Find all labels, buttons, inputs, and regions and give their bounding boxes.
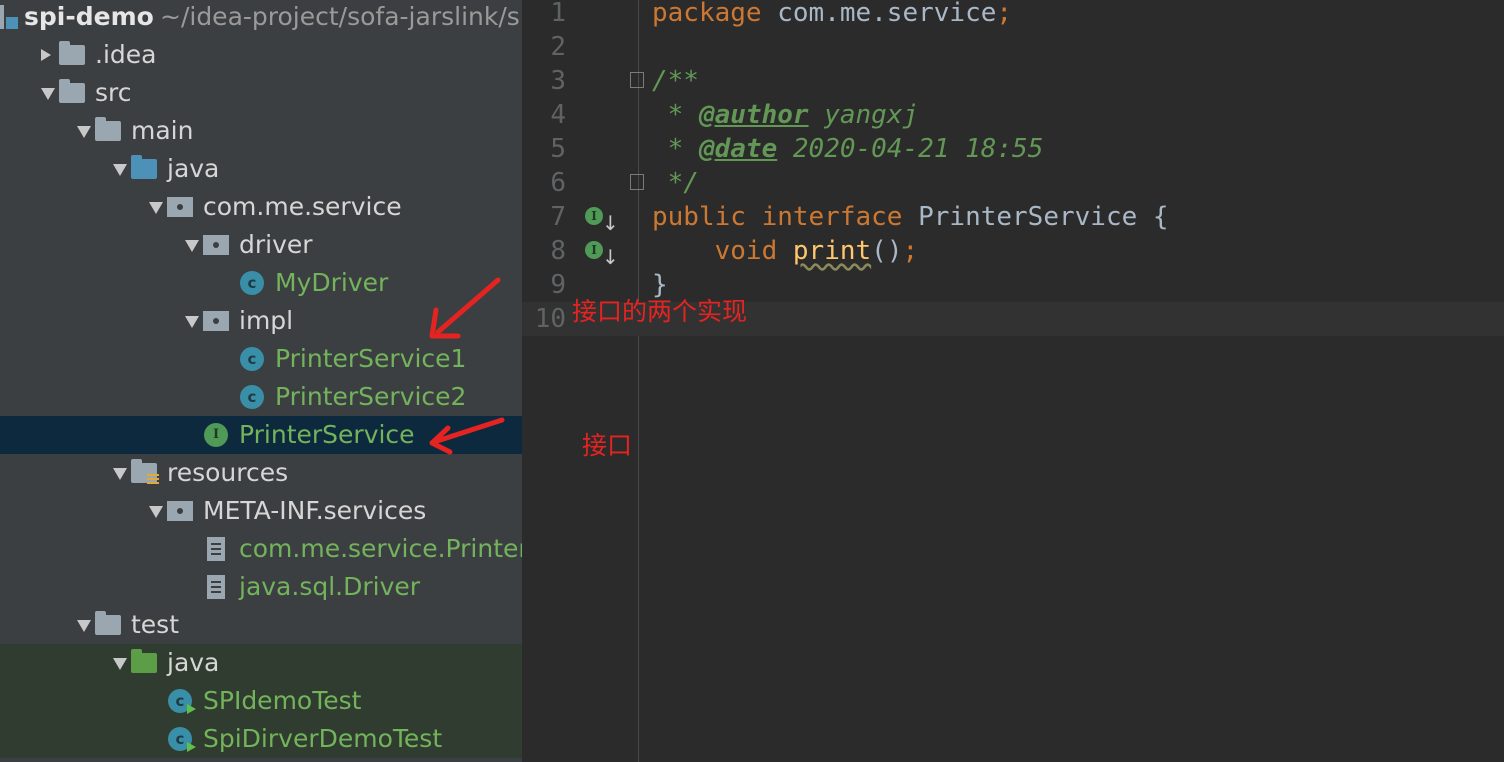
line-number: 5 [550,134,566,164]
tree-item-label: META-INF.services [203,496,427,525]
tree-row[interactable]: c SpiDirverDemoTest [0,720,522,758]
project-path: ~/idea-project/sofa-jarslink/sp [160,2,522,31]
code-text: */ [652,168,699,198]
code-text: package com.me.service; [652,0,1013,28]
project-tool-window: spi-demo ~/idea-project/sofa-jarslink/sp… [0,0,522,762]
tree-item-label: java [167,648,220,677]
tree-row[interactable]: resources [0,454,522,492]
line-number: 7 [550,202,566,232]
project-name: spi-demo [24,2,154,31]
code-line[interactable]: 8 I ↓ void print(); [522,234,1504,269]
tree-item-label: com.me.service.PrinterService [239,534,522,563]
chevron-down-icon[interactable] [41,88,55,100]
tree-item-label: driver [239,230,313,259]
project-icon [0,3,22,31]
tree-row[interactable]: test [0,606,522,644]
package-icon [167,197,193,217]
folder-icon [59,79,85,103]
tree-item-label: java.sql.Driver [239,572,421,601]
code-text: * @author yangxj [652,100,919,130]
code-text: * @date 2020-04-21 18:55 [652,134,1044,164]
fold-marker-icon[interactable] [630,174,644,190]
chevron-down-icon[interactable] [149,506,163,518]
tree-item-label: SPIdemoTest [203,686,362,715]
annotation-interface: 接口 [582,431,633,460]
file-icon [207,537,225,561]
chevron-down-icon[interactable] [113,468,127,480]
tree-item-label: java [167,154,220,183]
tree-item-label: PrinterService [239,420,415,449]
chevron-right-icon[interactable] [41,49,51,61]
code-line[interactable]: 4 * @author yangxj [522,98,1504,132]
fold-marker-icon[interactable] [630,72,644,88]
line-number: 2 [550,32,566,62]
chevron-down-icon[interactable] [185,316,199,328]
tree-row[interactable]: com.me.service.PrinterService [0,530,522,568]
class-icon: c [240,271,264,295]
file-icon [207,575,225,599]
class-icon: c [240,347,264,371]
test-folder-icon [131,649,157,673]
folder-icon [95,117,121,141]
line-number: 3 [550,66,566,96]
tree-row[interactable]: driver [0,226,522,264]
code-line[interactable]: 7 I ↓ public interface PrinterService { [522,200,1504,235]
code-text: public interface PrinterService { [652,202,1169,232]
tree-item-label: .idea [95,40,157,69]
red-arrow-interface [429,417,505,455]
tree-item-label: impl [239,306,294,335]
tree-item-label: main [131,116,194,145]
tree-row[interactable]: java [0,150,522,188]
line-number: 8 [550,236,566,266]
folder-icon [59,41,85,65]
code-line[interactable]: 6 */ [522,166,1504,200]
tree-item-label: SpiDirverDemoTest [203,724,443,753]
code-line[interactable]: 1 package com.me.service; [522,0,1504,30]
red-arrow-implementations [429,277,501,339]
implemented-marker-icon[interactable]: I [585,241,603,259]
tree-item-label: test [131,610,180,639]
package-icon [203,235,229,255]
tree-row[interactable]: .idea [0,36,522,74]
tree-row[interactable]: java [0,644,522,682]
test-class-icon: c [168,727,196,752]
tree-item-label: src [95,78,132,107]
tree-row[interactable]: main [0,112,522,150]
code-line[interactable]: 5 * @date 2020-04-21 18:55 [522,132,1504,166]
interface-icon: I [204,423,228,447]
project-root-row[interactable]: spi-demo ~/idea-project/sofa-jarslink/sp [0,0,522,36]
code-line[interactable]: 3 /** [522,64,1504,98]
source-folder-icon [131,155,157,179]
code-line[interactable]: 2 [522,30,1504,64]
annotation-two-implementations: 接口的两个实现 [572,297,748,326]
line-number: 10 [534,304,566,334]
line-number: 9 [550,270,566,300]
tree-item-label: MyDriver [275,268,389,297]
line-number: 6 [550,168,566,198]
line-number: 4 [550,100,566,130]
chevron-down-icon[interactable] [113,164,127,176]
tree-row[interactable]: java.sql.Driver [0,568,522,606]
package-icon [203,311,229,331]
package-icon [167,501,193,521]
tree-row[interactable]: c SPIdemoTest [0,682,522,720]
test-class-icon: c [168,689,196,714]
chevron-down-icon[interactable] [185,240,199,252]
chevron-down-icon[interactable] [113,658,127,670]
resources-folder-icon [131,459,159,485]
tree-item-label: resources [167,458,289,487]
code-text: void print(); [652,236,919,266]
class-icon: c [240,385,264,409]
tree-item-label: com.me.service [203,192,402,221]
tree-row[interactable]: com.me.service [0,188,522,226]
line-number: 1 [550,0,566,28]
tree-row[interactable]: src [0,74,522,112]
chevron-down-icon[interactable] [77,620,91,632]
chevron-down-icon[interactable] [77,126,91,138]
tree-row[interactable]: META-INF.services [0,492,522,530]
folder-icon [95,611,121,635]
code-text: /** [652,66,699,96]
implemented-marker-icon[interactable]: I [585,207,603,225]
chevron-down-icon[interactable] [149,202,163,214]
